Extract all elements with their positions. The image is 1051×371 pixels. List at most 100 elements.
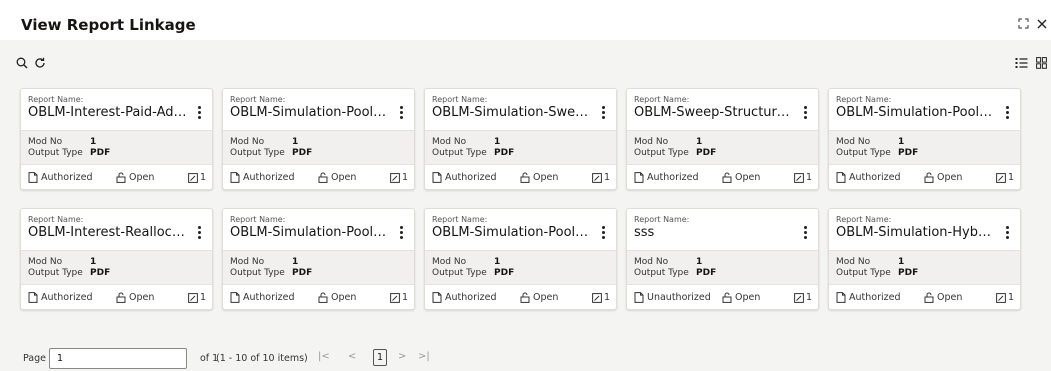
lock-status-label: Open: [533, 292, 559, 303]
mod-no-label: Mod No: [836, 137, 871, 147]
edit-count: 1: [996, 172, 1014, 183]
grid-view-icon[interactable]: [1036, 54, 1047, 73]
mod-no-value: 1: [494, 137, 501, 147]
auth-status-label: Authorized: [849, 292, 901, 303]
report-card[interactable]: Report Name: OBLM-Simulation-Pool-IO... Mo…: [222, 88, 415, 190]
lock-status: Open: [924, 172, 962, 183]
report-card[interactable]: Report Name: OBLM-Sweep-Structure-A... Mod…: [626, 88, 819, 190]
output-type-label: Output Type: [230, 268, 285, 278]
edit-count: 1: [390, 292, 408, 303]
window-controls: [1018, 18, 1047, 32]
list-view-icon[interactable]: [1015, 54, 1028, 73]
mod-no-label: Mod No: [230, 257, 265, 267]
report-card[interactable]: Report Name: OBLM-Simulation-Sweep-... Mod…: [424, 88, 617, 190]
output-type-value: PDF: [494, 268, 515, 278]
card-details: Mod No 1 Output Type PDF: [829, 130, 1020, 165]
more-actions-icon[interactable]: [1002, 226, 1012, 242]
mod-no-value: 1: [292, 257, 299, 267]
report-card[interactable]: Report Name: OBLM-Interest-Paid-Advice Mod…: [20, 88, 213, 190]
edit-icon: [188, 172, 198, 183]
report-name-value: OBLM-Sweep-Structure-A...: [634, 105, 794, 120]
report-card[interactable]: Report Name: OBLM-Simulation-Pool-A... Mod…: [424, 208, 617, 310]
auth-status-label: Authorized: [849, 172, 901, 183]
items-range-label: (1 - 10 of 10 items): [216, 353, 308, 364]
first-page-button[interactable]: |<: [318, 351, 330, 362]
output-type-label: Output Type: [634, 148, 689, 158]
edit-icon: [794, 292, 804, 303]
card-footer: Authorized Open 1: [223, 165, 414, 189]
more-actions-icon[interactable]: [396, 106, 406, 122]
unlock-icon: [722, 292, 732, 303]
refresh-icon[interactable]: [34, 54, 46, 73]
more-actions-icon[interactable]: [1002, 106, 1012, 122]
edit-count-value: 1: [805, 292, 812, 303]
report-name-label: Report Name:: [836, 215, 892, 224]
edit-icon: [592, 292, 602, 303]
edit-icon: [390, 172, 400, 183]
edit-icon: [794, 172, 804, 183]
more-actions-icon[interactable]: [598, 226, 608, 242]
expand-icon[interactable]: [1018, 18, 1029, 32]
edit-count: 1: [592, 172, 610, 183]
card-footer: Unauthorized Open 1: [627, 285, 818, 309]
document-icon: [28, 292, 38, 303]
page-number-input[interactable]: [49, 348, 187, 369]
lock-status: Open: [722, 292, 760, 303]
output-type-label: Output Type: [836, 148, 891, 158]
close-icon[interactable]: [1037, 19, 1047, 32]
prev-page-button[interactable]: <: [348, 351, 356, 362]
report-card[interactable]: Report Name: OBLM-Simulation-Pool-A... Mod…: [828, 88, 1021, 190]
edit-count: 1: [794, 172, 812, 183]
output-type-label: Output Type: [634, 268, 689, 278]
edit-count: 1: [188, 292, 206, 303]
report-card[interactable]: Report Name: sss Mod No 1 Output Type PDF Unau…: [626, 208, 819, 310]
edit-count-value: 1: [401, 292, 408, 303]
more-actions-icon[interactable]: [194, 106, 204, 122]
unlock-icon: [116, 292, 126, 303]
last-page-button[interactable]: >|: [418, 351, 430, 362]
more-actions-icon[interactable]: [598, 106, 608, 122]
auth-status: Authorized: [230, 292, 295, 303]
edit-icon: [390, 292, 400, 303]
mod-no-value: 1: [292, 137, 299, 147]
report-card[interactable]: Report Name: OBLM-Simulation-Hybrid... Mod…: [828, 208, 1021, 310]
card-footer: Authorized Open 1: [425, 285, 616, 309]
output-type-label: Output Type: [230, 148, 285, 158]
report-name-value: OBLM-Interest-Paid-Advice: [28, 105, 188, 120]
page-title: View Report Linkage: [21, 16, 196, 34]
report-card[interactable]: Report Name: OBLM-Interest-Reallocati... M…: [20, 208, 213, 310]
report-name-value: OBLM-Simulation-Pool-IO...: [230, 105, 390, 120]
search-icon[interactable]: [16, 54, 28, 73]
more-actions-icon[interactable]: [800, 226, 810, 242]
mod-no-value: 1: [898, 257, 905, 267]
report-name-label: Report Name:: [230, 215, 286, 224]
report-name-label: Report Name:: [634, 215, 690, 224]
mod-no-label: Mod No: [634, 137, 669, 147]
unlock-icon: [924, 172, 934, 183]
document-icon: [432, 172, 442, 183]
mod-no-label: Mod No: [836, 257, 871, 267]
output-type-label: Output Type: [432, 148, 487, 158]
next-page-button[interactable]: >: [398, 351, 406, 362]
report-card[interactable]: Report Name: OBLM-Simulation-Pool-R... Mod…: [222, 208, 415, 310]
lock-status-label: Open: [129, 292, 155, 303]
output-type-value: PDF: [90, 148, 111, 158]
output-type-value: PDF: [292, 148, 313, 158]
edit-count-value: 1: [401, 172, 408, 183]
auth-status-label: Authorized: [243, 172, 295, 183]
edit-count: 1: [592, 292, 610, 303]
output-type-value: PDF: [898, 268, 919, 278]
current-page-button[interactable]: 1: [373, 349, 387, 366]
output-type-value: PDF: [696, 148, 717, 158]
output-type-label: Output Type: [836, 268, 891, 278]
edit-count: 1: [390, 172, 408, 183]
card-header: Report Name: OBLM-Interest-Paid-Advice: [21, 89, 212, 130]
more-actions-icon[interactable]: [800, 106, 810, 122]
more-actions-icon[interactable]: [396, 226, 406, 242]
card-header: Report Name: OBLM-Simulation-Pool-A...: [829, 89, 1020, 130]
more-actions-icon[interactable]: [194, 226, 204, 242]
report-name-value: sss: [634, 225, 655, 240]
report-name-label: Report Name:: [230, 95, 286, 104]
edit-count-value: 1: [603, 172, 610, 183]
report-name-label: Report Name:: [28, 215, 84, 224]
